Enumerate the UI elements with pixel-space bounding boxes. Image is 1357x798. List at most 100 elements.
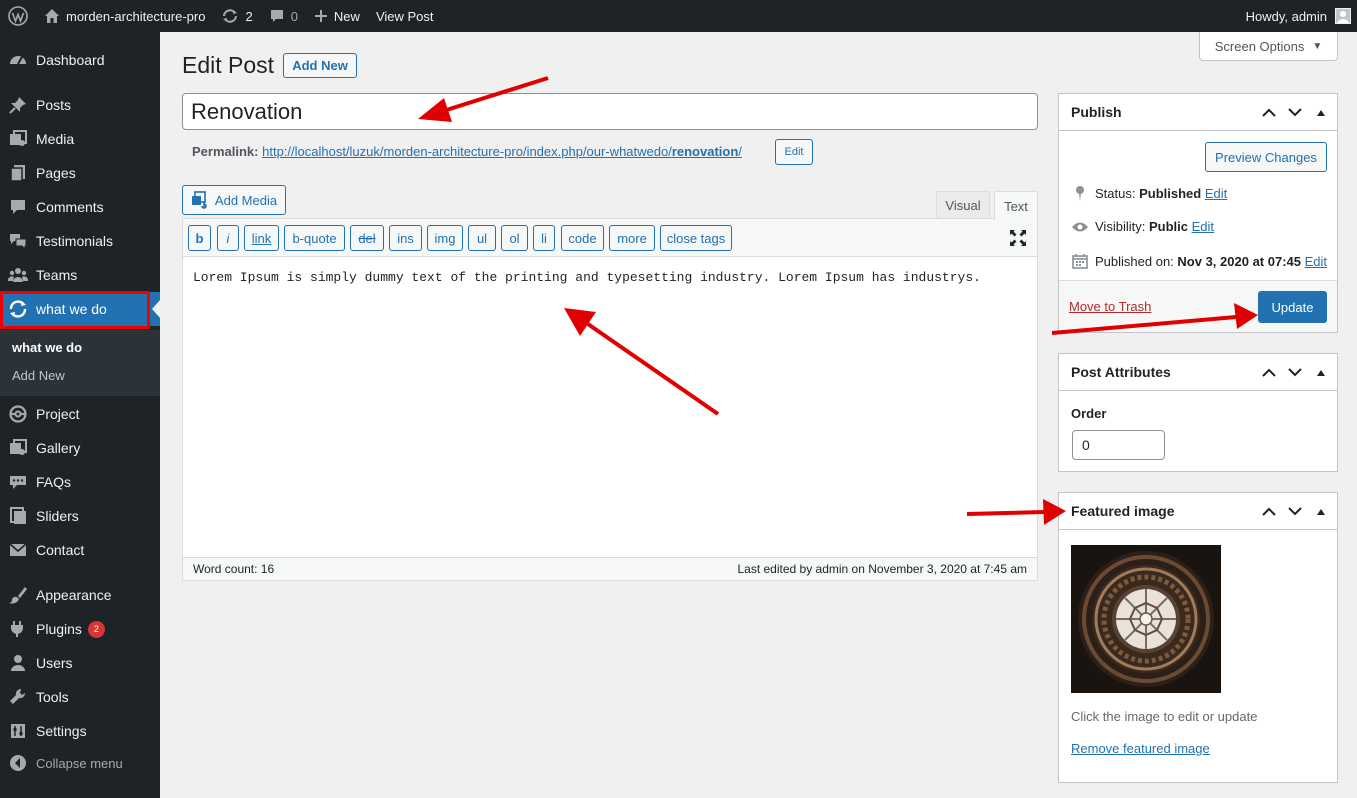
menu-appearance[interactable]: Appearance [0,578,160,612]
permalink-link[interactable]: http://localhost/luzuk/morden-architectu… [262,144,742,159]
featured-image-title: Featured image [1071,503,1175,519]
media-icon [0,129,36,149]
screen-options-button[interactable]: Screen Options ▼ [1199,32,1338,61]
chevron-down-icon[interactable] [1287,105,1303,121]
new-content-link[interactable]: New [306,0,368,32]
tab-text[interactable]: Text [994,191,1038,220]
add-new-button[interactable]: Add New [283,53,357,78]
quicktag-blockquote[interactable]: b-quote [284,225,345,251]
toggle-panel-icon[interactable] [1313,365,1329,381]
permalink-edit-button[interactable]: Edit [775,139,813,165]
dome-image [1071,545,1221,693]
featured-image-thumbnail[interactable] [1071,545,1221,693]
post-title-input[interactable]: Renovation [182,93,1038,130]
order-label: Order [1071,406,1107,421]
menu-contact[interactable]: Contact [0,533,160,567]
tab-visual[interactable]: Visual [936,191,990,219]
menu-plugins[interactable]: Plugins 2 [0,612,160,646]
permalink-row: Permalink: http://localhost/luzuk/morden… [192,144,742,159]
menu-pages[interactable]: Pages [0,156,160,190]
post-attributes-title: Post Attributes [1071,364,1171,380]
quicktag-code[interactable]: code [561,225,604,251]
caret-down-icon: ▼ [1312,40,1323,52]
publish-box: Publish Preview Changes Status: Publishe… [1058,93,1338,333]
menu-project[interactable]: Project [0,397,160,431]
quicktag-bold[interactable]: b [188,225,211,251]
comments-link[interactable]: 0 [261,0,306,32]
add-media-button[interactable]: Add Media [182,185,286,215]
move-to-trash-link[interactable]: Move to Trash [1069,299,1151,314]
menu-comments[interactable]: Comments [0,190,160,224]
menu-media[interactable]: Media [0,122,160,156]
visibility-edit-link[interactable]: Edit [1192,219,1214,234]
menu-what-we-do[interactable]: what we do [0,292,160,326]
page-icon [0,163,36,183]
word-count: Word count: 16 [193,562,275,576]
submenu-item-current[interactable]: what we do [12,340,82,355]
toggle-panel-icon[interactable] [1313,504,1329,520]
update-button[interactable]: Update [1258,291,1327,323]
published-edit-link[interactable]: Edit [1305,254,1327,269]
admin-sidebar: Dashboard Posts Media Pages Comments Tes… [0,32,160,798]
view-post-link[interactable]: View Post [368,0,442,32]
menu-label: Media [36,131,75,147]
order-value: 0 [1082,437,1090,453]
preview-changes-button[interactable]: Preview Changes [1205,142,1327,172]
chevron-up-icon[interactable] [1261,105,1277,121]
page-title: Edit Post [182,52,275,78]
chevron-down-icon[interactable] [1287,504,1303,520]
quicktag-ins[interactable]: ins [389,225,422,251]
quicktag-close-tags[interactable]: close tags [660,225,732,251]
post-attributes-box: Post Attributes Order 0 [1058,353,1338,472]
quicktag-img[interactable]: img [427,225,463,251]
quicktag-li[interactable]: li [533,225,555,251]
menu-label: Dashboard [36,52,105,68]
quicktags-toolbar: b i link b-quote del ins img ul ol li co… [183,219,1037,257]
quicktag-del[interactable]: del [350,225,384,251]
fullscreen-icon[interactable] [1009,229,1027,247]
remove-featured-image-link[interactable]: Remove featured image [1071,741,1210,756]
quicktag-italic[interactable]: i [217,225,239,251]
quicktag-more[interactable]: more [609,225,655,251]
order-input[interactable]: 0 [1072,430,1165,460]
featured-image-box: Featured image Click the image to edit o… [1058,492,1338,783]
menu-faqs[interactable]: FAQs [0,465,160,499]
menu-gallery[interactable]: Gallery [0,431,160,465]
comment-icon [269,8,285,24]
menu-posts[interactable]: Posts [0,88,160,122]
screen-options-label: Screen Options [1214,38,1305,54]
quicktag-ol[interactable]: ol [501,225,528,251]
menu-teams[interactable]: Teams [0,258,160,292]
collapse-menu-button[interactable]: Collapse menu [0,746,160,780]
status-edit-link[interactable]: Edit [1205,186,1227,201]
menu-label: Settings [36,723,87,739]
menu-label: Tools [36,689,69,705]
menu-sliders[interactable]: Sliders [0,499,160,533]
post-title-value: Renovation [191,98,303,124]
menu-settings[interactable]: Settings [0,714,160,748]
menu-users[interactable]: Users [0,646,160,680]
current-menu-pointer [152,300,160,318]
wp-logo[interactable] [0,0,36,32]
menu-label: Appearance [36,587,112,603]
groups-icon [0,265,36,285]
menu-testimonials[interactable]: Testimonials [0,224,160,258]
chevron-up-icon[interactable] [1261,365,1277,381]
updates-link[interactable]: 2 [213,0,260,32]
site-name-link[interactable]: morden-architecture-pro [36,0,213,32]
chevron-down-icon[interactable] [1287,365,1303,381]
content-text: Lorem Ipsum is simply dummy text of the … [193,270,981,285]
account-menu[interactable]: Howdy, admin [1246,8,1357,24]
submenu-item-add-new[interactable]: Add New [12,368,65,383]
toggle-panel-icon[interactable] [1313,105,1329,121]
email-icon [0,540,36,560]
menu-label: Comments [36,199,104,215]
quicktag-link[interactable]: link [244,225,279,251]
menu-dashboard[interactable]: Dashboard [0,43,160,77]
menu-tools[interactable]: Tools [0,680,160,714]
collapse-icon [0,754,36,772]
content-textarea[interactable]: Lorem Ipsum is simply dummy text of the … [183,258,1037,557]
wrench-icon [0,687,36,707]
quicktag-ul[interactable]: ul [468,225,496,251]
chevron-up-icon[interactable] [1261,504,1277,520]
